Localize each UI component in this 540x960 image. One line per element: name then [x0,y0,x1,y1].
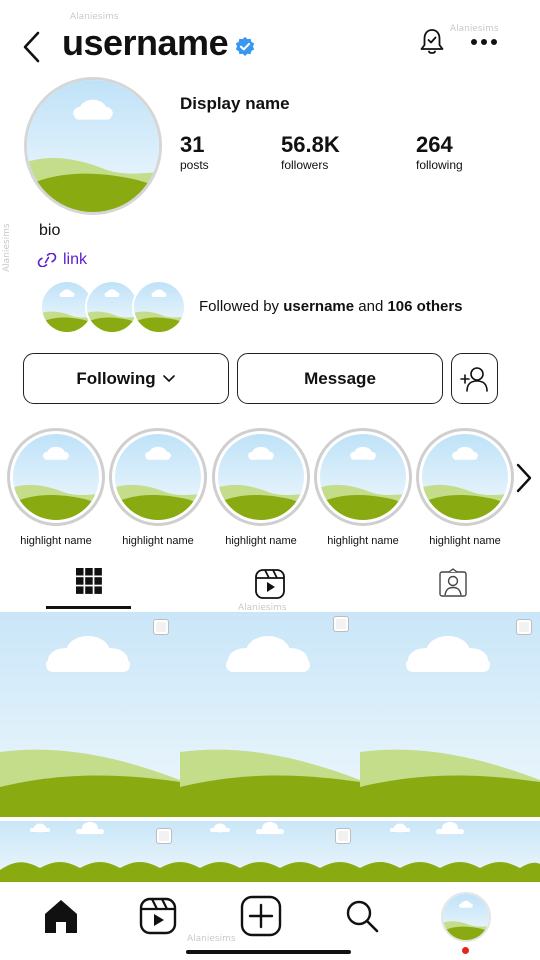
highlight-label: highlight name [429,535,501,547]
profile-username: username [62,22,229,63]
following-stat[interactable]: 264 following [416,132,463,172]
highlight-cover [109,428,207,526]
highlight-label: highlight name [327,535,399,547]
posts-count: 31 [180,132,205,157]
nav-home[interactable] [39,894,83,938]
highlight-cover [212,428,310,526]
story-highlight[interactable]: highlight name [212,428,310,547]
verified-badge-icon [235,36,255,56]
watermark: Alaniesims [2,223,12,272]
message-button[interactable]: Message [237,353,443,404]
display-name: Display name [180,94,290,113]
story-highlight[interactable]: highlight name [7,428,105,547]
highlight-label: highlight name [20,535,92,547]
tab-tagged[interactable] [410,568,495,612]
chevron-down-icon [162,374,175,382]
home-indicator[interactable] [186,950,351,954]
following-label: following [416,158,463,172]
followed-by-prefix: Followed by [199,298,284,315]
more-options-icon[interactable] [470,30,498,54]
followed-by-text[interactable]: Followed by username and 106 others [199,298,463,315]
notification-dot [462,947,469,954]
tab-reels[interactable] [227,568,312,612]
followers-stat[interactable]: 56.8K followers [281,132,340,172]
watermark: Alaniesims [187,934,236,944]
back-arrow-icon[interactable] [18,30,48,64]
posts-grid [0,612,540,882]
notification-bell-icon[interactable] [416,26,448,58]
nav-reels[interactable] [136,894,180,938]
nav-create[interactable] [239,894,283,938]
posts-label: posts [180,158,209,172]
multi-post-icon [156,828,172,844]
story-highlight[interactable]: highlight name [314,428,412,547]
nav-search[interactable] [340,894,384,938]
highlight-cover [416,428,514,526]
highlight-label: highlight name [122,535,194,547]
following-count: 264 [416,132,453,157]
message-button-label: Message [304,368,376,388]
highlight-cover [314,428,412,526]
watermark: Alaniesims [70,12,119,22]
link-text: link [63,251,88,268]
posts-stat[interactable]: 31 posts [180,132,209,172]
following-button[interactable]: Following [23,353,229,404]
mutual-avatar [132,280,186,334]
followed-by-others: 106 others [387,298,463,315]
posts-grid-image[interactable] [0,612,540,882]
multi-post-icon [153,619,169,635]
home-icon [45,900,77,933]
add-user-icon [459,366,488,392]
followed-by-middle: and [354,298,388,315]
multi-post-icon [333,616,349,632]
mutual-followers-avatars[interactable] [40,280,190,336]
reels-icon [254,569,285,599]
active-tab-indicator [46,606,131,609]
link-icon [37,253,57,267]
highlight-cover [7,428,105,526]
followed-by-user: username [283,298,355,315]
create-post-icon [240,895,282,937]
story-highlight[interactable]: highlight name [416,428,514,547]
tagged-icon [438,568,467,597]
grid-icon [75,568,102,594]
nav-profile-avatar[interactable] [441,892,491,942]
bio-text: bio [39,222,61,239]
highlight-label: highlight name [225,535,297,547]
profile-link[interactable]: link [37,250,87,270]
followers-label: followers [281,158,329,172]
story-highlight[interactable]: highlight name [109,428,207,547]
search-icon [346,900,379,933]
multi-post-icon [516,619,532,635]
chevron-right-icon[interactable] [512,461,536,495]
following-button-label: Following [76,368,156,388]
suggest-users-button[interactable] [451,353,498,404]
multi-post-icon [335,828,351,844]
mutual-avatar [85,280,139,334]
followers-count: 56.8K [281,132,340,157]
reels-icon [139,897,177,935]
profile-avatar[interactable] [24,77,162,215]
